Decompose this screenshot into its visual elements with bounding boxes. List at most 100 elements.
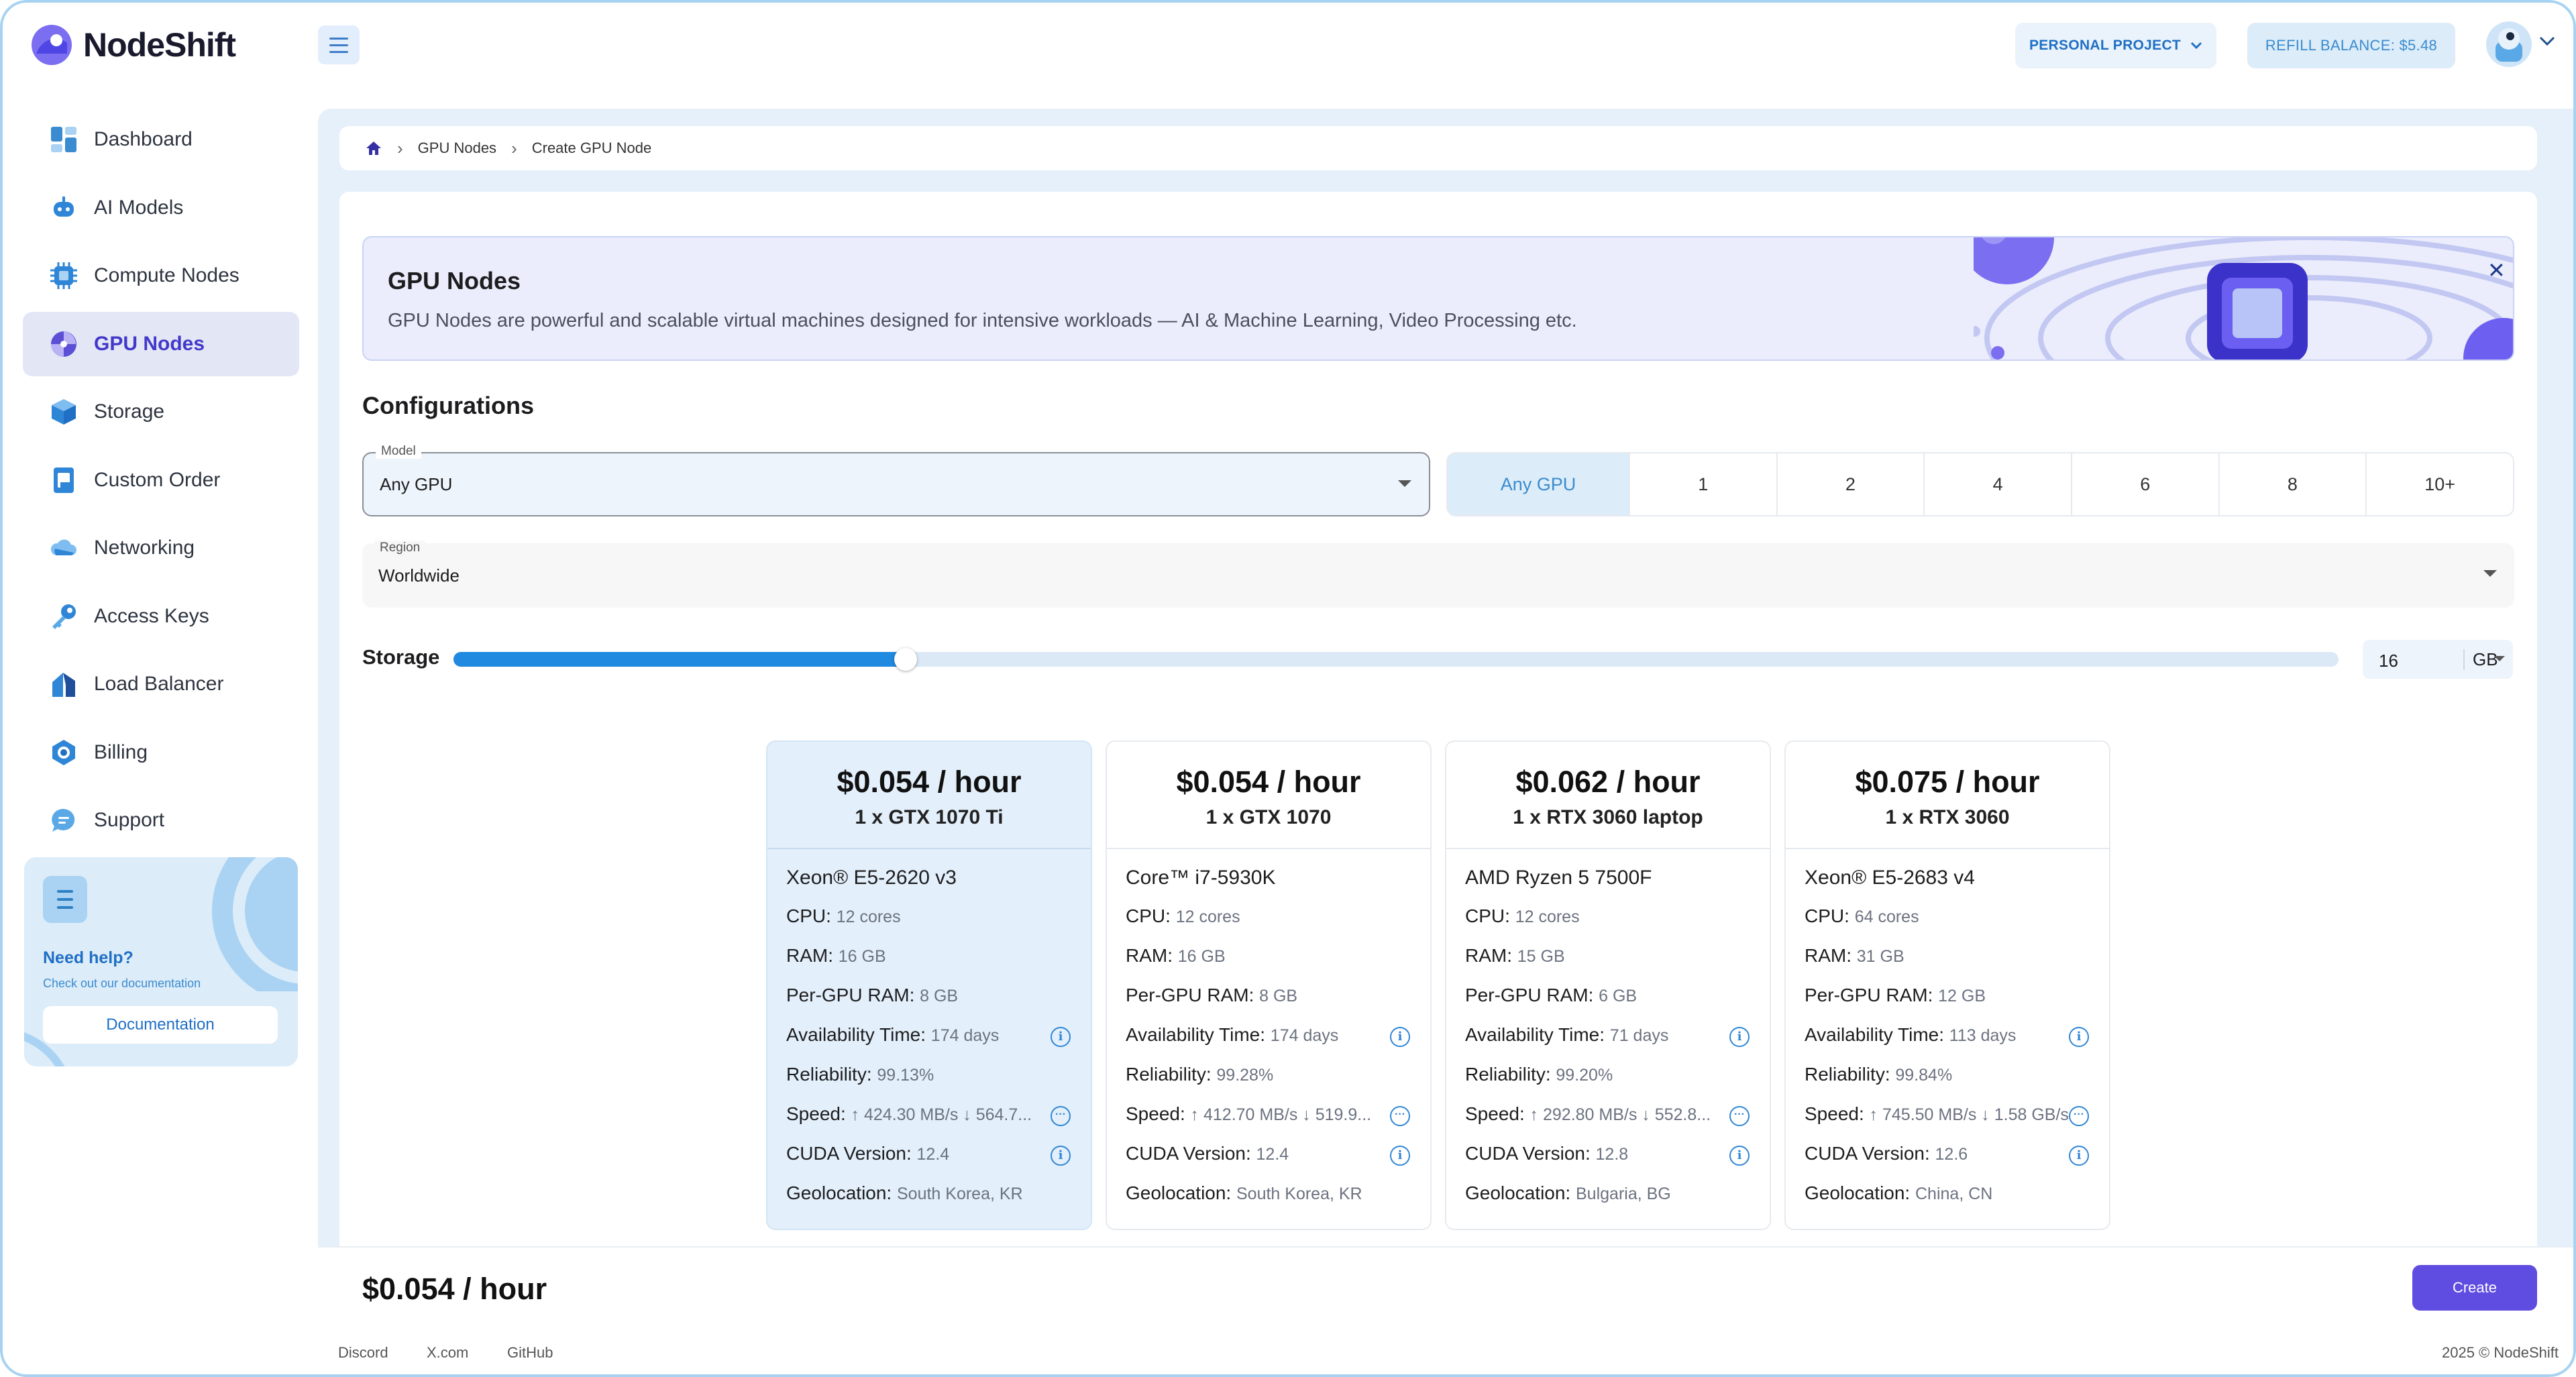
info-icon[interactable]: i [1051, 1146, 1071, 1166]
storage-slider[interactable] [453, 648, 2339, 671]
gpu-offer-card[interactable]: $0.075 / hour 1 x RTX 3060 Xeon® E5-2683 v… [1784, 740, 2110, 1230]
offer-details: Xeon® E5-2683 v4 CPU: 64 cores RAM: 31 GB P… [1786, 849, 2109, 1222]
sidebar-item-custom-order[interactable]: Custom Order [23, 448, 299, 512]
offer-cpu-row: CPU: 64 cores [1805, 905, 2109, 945]
model-select[interactable]: Model Any GPU [362, 444, 1430, 516]
chevron-down-icon[interactable] [2538, 35, 2556, 47]
home-icon[interactable] [365, 140, 382, 156]
documentation-button[interactable]: Documentation [43, 1006, 278, 1044]
sidebar-item-storage[interactable]: Storage [23, 380, 299, 444]
gpu-offer-card[interactable]: $0.054 / hour 1 x GTX 1070 Core™ i7-5930K C… [1106, 740, 1432, 1230]
sidebar-item-dashboard[interactable]: Dashboard [23, 107, 299, 172]
info-icon[interactable]: i [2069, 1146, 2089, 1166]
info-icon[interactable]: i [1390, 1146, 1410, 1166]
offer-reliability-row: Reliability: 99.84% [1805, 1064, 2109, 1103]
copyright: 2025 © NodeShift [2442, 1344, 2559, 1361]
region-select[interactable]: Region Worldwide [362, 541, 2514, 608]
offer-field-label: CUDA Version: [1126, 1143, 1251, 1164]
sidebar-item-compute-nodes[interactable]: Compute Nodes [23, 243, 299, 308]
sidebar-item-billing[interactable]: Billing [23, 720, 299, 785]
gpu-count-option-10[interactable]: 10+ [2365, 453, 2513, 515]
gpu-offer-card[interactable]: $0.062 / hour 1 x RTX 3060 laptop AMD Ryze… [1445, 740, 1771, 1230]
sidebar-item-access-keys[interactable]: Access Keys [23, 584, 299, 649]
breadcrumb-gpu-nodes[interactable]: GPU Nodes [418, 140, 496, 157]
sidebar-item-gpu-nodes[interactable]: GPU Nodes [23, 311, 299, 376]
offer-cpu-row: CPU: 12 cores [1126, 905, 1430, 945]
sidebar-item-label: Billing [94, 740, 148, 763]
offer-price: $0.075 / hour [1855, 765, 2040, 799]
gpu-count-option-any-gpu[interactable]: Any GPU [1448, 453, 1629, 515]
footer-link-x[interactable]: X.com [427, 1344, 468, 1362]
offer-cuda-value: 12.8 [1595, 1145, 1629, 1164]
more-icon[interactable]: ··· [1390, 1106, 1410, 1126]
offer-field-label: Speed: [1465, 1103, 1525, 1124]
offer-cuda-value: 12.4 [1256, 1145, 1289, 1164]
help-subtitle: Check out our documentation [43, 977, 201, 990]
info-icon[interactable]: i [1729, 1146, 1750, 1166]
offer-field-label: Geolocation: [1465, 1182, 1571, 1203]
footer-link-github[interactable]: GitHub [507, 1344, 553, 1362]
footer-link-discord[interactable]: Discord [338, 1344, 388, 1362]
gpu-nodes-banner: GPU Nodes GPU Nodes are powerful and sca… [362, 236, 2514, 361]
offer-field-label: RAM: [1805, 945, 1851, 966]
refill-balance-button[interactable]: REFILL BALANCE: $5.48 [2247, 23, 2455, 68]
offer-speed-row: Speed: ↑ 292.80 MB/s ↓ 552.8... ··· [1465, 1103, 1770, 1143]
gpu-count-option-4[interactable]: 4 [1923, 453, 2071, 515]
offer-per-gpu-ram-value: 12 GB [1938, 987, 1986, 1005]
more-icon[interactable]: ··· [1051, 1106, 1071, 1126]
offer-field-label: Per-GPU RAM: [1805, 985, 1933, 1005]
offer-cpu-name: Xeon® E5-2683 v4 [1805, 867, 1975, 889]
gpu-count-option-6[interactable]: 6 [2070, 453, 2218, 515]
sidebar-item-label: Networking [94, 537, 195, 559]
help-title: Need help? [43, 948, 133, 967]
info-icon[interactable]: i [1729, 1027, 1750, 1047]
gpu-icon [50, 330, 78, 358]
logo[interactable]: NodeShift [30, 23, 236, 67]
offer-availability-value: 113 days [1949, 1026, 2017, 1045]
help-card: Need help? Check out our documentation D… [24, 857, 298, 1066]
offer-availability-row: Availability Time: 71 days i [1465, 1024, 1770, 1064]
offer-availability-value: 174 days [930, 1026, 1000, 1045]
sidebar-item-label: Access Keys [94, 604, 209, 627]
storage-value[interactable]: 16 [2379, 651, 2398, 671]
offer-field-label: Geolocation: [1805, 1182, 1911, 1203]
document-icon [50, 466, 78, 494]
avatar[interactable] [2486, 21, 2532, 67]
offer-gpu: 1 x GTX 1070 Ti [855, 806, 1004, 828]
sidebar-item-label: Custom Order [94, 468, 221, 491]
offer-field-label: CUDA Version: [1465, 1143, 1591, 1164]
offer-per-gpu-ram-row: Per-GPU RAM: 8 GB [1126, 985, 1430, 1024]
offer-cpu-name: Core™ i7-5930K [1126, 867, 1276, 889]
gpu-offer-card[interactable]: $0.054 / hour 1 x GTX 1070 Ti Xeon® E5-262… [766, 740, 1092, 1230]
gpu-count-option-8[interactable]: 8 [2218, 453, 2366, 515]
more-icon[interactable]: ··· [2069, 1106, 2089, 1126]
sidebar-item-ai-models[interactable]: AI Models [23, 176, 299, 240]
region-value: Worldwide [378, 565, 460, 586]
offer-geolocation-row: Geolocation: South Korea, KR [786, 1182, 1091, 1222]
close-icon[interactable]: ✕ [2487, 258, 2506, 283]
gpu-count-option-2[interactable]: 2 [1776, 453, 1924, 515]
offer-per-gpu-ram-value: 6 GB [1599, 987, 1638, 1005]
gpu-count-option-1[interactable]: 1 [1628, 453, 1776, 515]
storage-unit-select[interactable]: GB [2463, 649, 2498, 670]
region-label: Region [374, 541, 426, 555]
offer-per-gpu-ram-row: Per-GPU RAM: 6 GB [1465, 985, 1770, 1024]
offer-cuda-value: 12.4 [916, 1145, 950, 1164]
create-button[interactable]: Create [2412, 1265, 2537, 1311]
info-icon[interactable]: i [2069, 1027, 2089, 1047]
more-icon[interactable]: ··· [1729, 1106, 1750, 1126]
sidebar-item-networking[interactable]: Networking [23, 516, 299, 580]
sidebar-item-load-balancer[interactable]: Load Balancer [23, 652, 299, 716]
offer-geolocation-value: South Korea, KR [897, 1185, 1023, 1203]
sidebar-item-support[interactable]: Support [23, 788, 299, 852]
offer-reliability-row: Reliability: 99.20% [1465, 1064, 1770, 1103]
storage-input[interactable]: 16 GB [2363, 640, 2513, 679]
info-icon[interactable]: i [1390, 1027, 1410, 1047]
app-name: NodeShift [83, 26, 236, 64]
offer-details: Core™ i7-5930K CPU: 12 cores RAM: 16 GB Per… [1107, 849, 1430, 1222]
menu-toggle-button[interactable] [318, 25, 360, 64]
offer-geolocation-value: Bulgaria, BG [1576, 1185, 1671, 1203]
project-selector[interactable]: PERSONAL PROJECT [2015, 23, 2216, 68]
offer-field-label: Per-GPU RAM: [1465, 985, 1594, 1005]
info-icon[interactable]: i [1051, 1027, 1071, 1047]
